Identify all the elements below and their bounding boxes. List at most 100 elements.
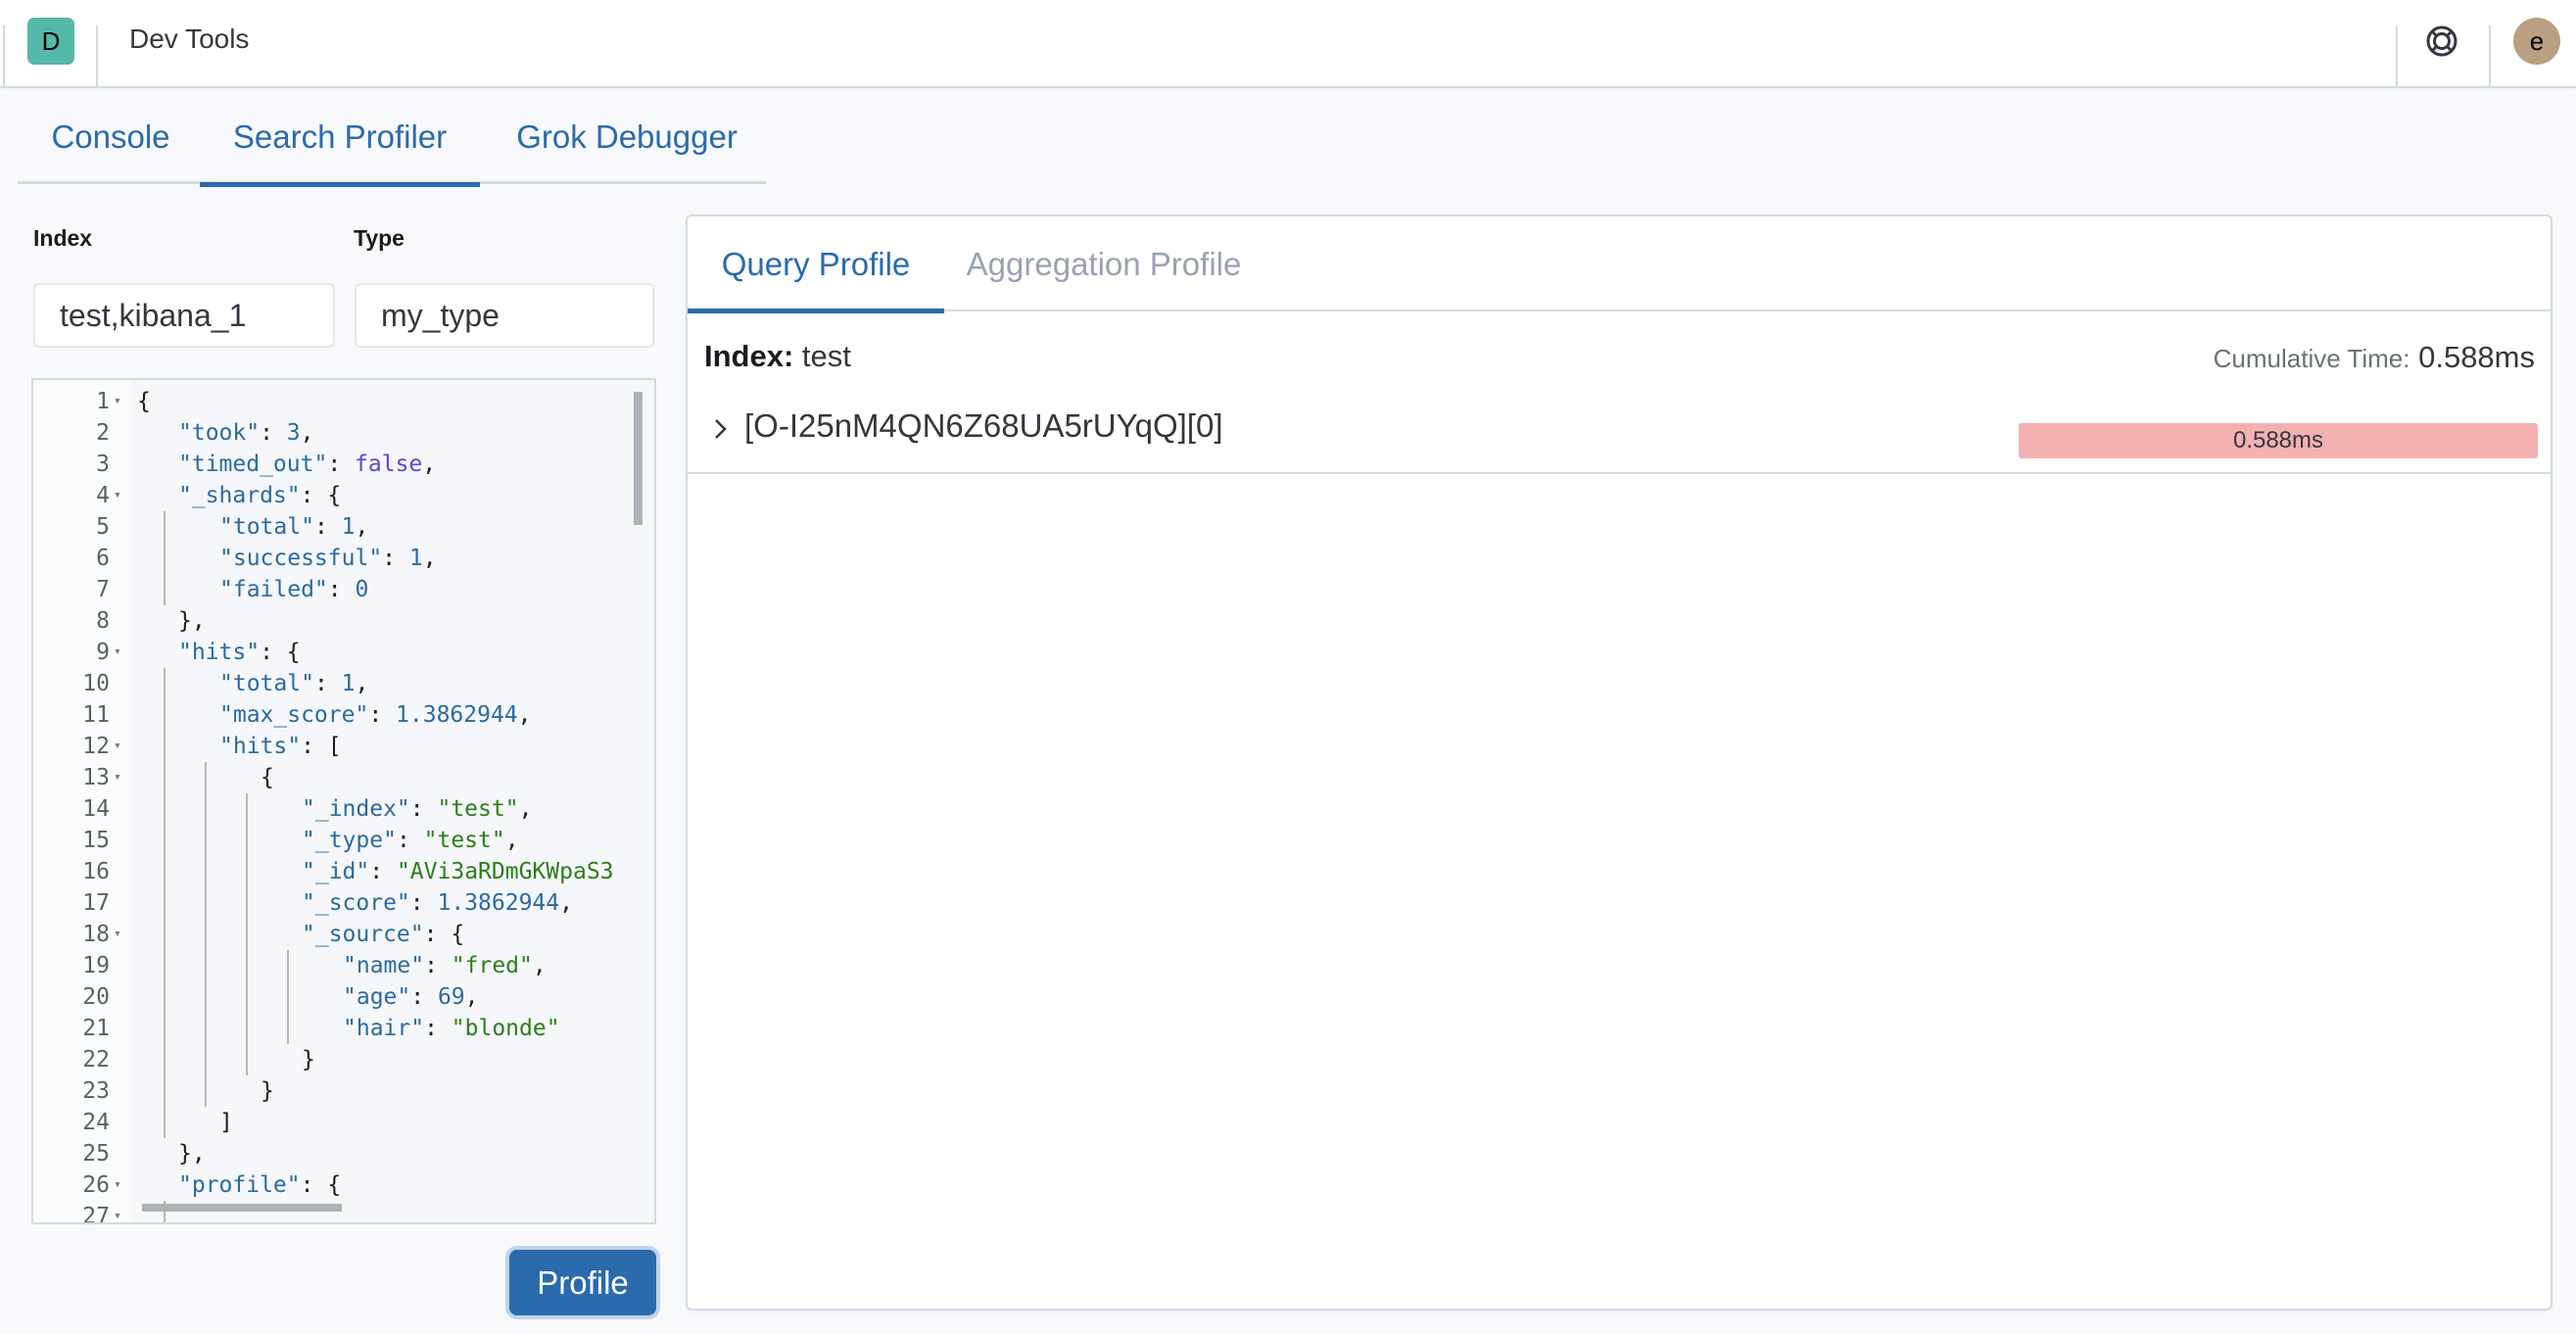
header-divider (96, 25, 98, 88)
code-text: "_source": { (302, 919, 464, 950)
chevron-right-icon[interactable] (711, 411, 731, 447)
code-text: "_score": 1.3862944, (302, 887, 573, 919)
code-token-punc: : { (423, 922, 465, 947)
editor-line[interactable]: 14 "_index": "test", (33, 793, 654, 825)
indent-guide (164, 1075, 166, 1107)
tab-search-profiler[interactable]: Search Profiler (200, 90, 480, 187)
editor-line[interactable]: 19 "name": "fred", (33, 950, 654, 981)
editor-line[interactable]: 17 "_score": 1.3862944, (33, 887, 654, 919)
fold-toggle-icon[interactable]: ▾ (114, 731, 127, 762)
tab-query-profile[interactable]: Query Profile (688, 216, 944, 313)
code-token-str: "fred" (451, 953, 533, 978)
index-input[interactable] (33, 283, 335, 348)
indent-guide (205, 793, 207, 825)
shard-row[interactable]: [O-I25nM4QN6Z68UA5rUYqQ][0] 0.588ms (688, 388, 2551, 474)
code-token-key: "max_score" (219, 702, 369, 728)
line-number: 20 (82, 984, 110, 1010)
fold-toggle-icon[interactable]: ▾ (114, 637, 127, 668)
line-number: 4 (96, 483, 110, 508)
editor-line[interactable]: 27 ▾ (33, 1201, 654, 1222)
code-text: "successful": 1, (219, 543, 437, 574)
editor-line[interactable]: 16 "_id": "AVi3aRDmGKWpaS3 (33, 856, 654, 887)
editor-line[interactable]: 6 "successful": 1, (33, 543, 654, 574)
editor-line[interactable]: 18 ▾ "_source": { (33, 919, 654, 950)
fold-toggle-icon[interactable]: ▾ (114, 1201, 127, 1222)
editor-line[interactable]: 10 "total": 1, (33, 668, 654, 699)
fold-toggle-icon[interactable]: ▾ (114, 1169, 127, 1201)
editor-line[interactable]: 1 ▾ { (33, 386, 654, 417)
fold-toggle-icon[interactable]: ▾ (114, 386, 127, 417)
editor-line[interactable]: 23} (33, 1075, 654, 1107)
editor-vertical-scrollbar[interactable] (634, 392, 643, 525)
cumulative-time-label: Cumulative Time: (2213, 344, 2410, 373)
indent-guide (164, 950, 166, 981)
editor-line[interactable]: 9 ▾ "hits": { (33, 637, 654, 668)
profile-button[interactable]: Profile (509, 1250, 656, 1315)
header-divider (2396, 25, 2398, 88)
fold-toggle-icon[interactable]: ▾ (114, 762, 127, 793)
editor-horizontal-scrollbar[interactable] (142, 1204, 342, 1212)
query-editor[interactable]: 1 ▾{2 "took": 3, 3 "timed_out": false, 4 ▾ "_sh… (31, 378, 656, 1224)
editor-line[interactable]: 11 "max_score": 1.3862944, (33, 699, 654, 731)
code-token-key: "_id" (302, 859, 370, 884)
indent-guide (205, 1013, 207, 1044)
line-number: 11 (82, 702, 110, 728)
code-token-num: 1 (408, 546, 423, 571)
editor-line[interactable]: 20 "age": 69, (33, 981, 654, 1013)
code-token-punc: , (355, 671, 369, 696)
editor-line[interactable]: 13 ▾ { (33, 762, 654, 793)
indent-guide (164, 543, 166, 574)
tab-grok-debugger[interactable]: Grok Debugger (494, 90, 760, 184)
indent-guide (164, 981, 166, 1013)
editor-line[interactable]: 26 ▾ "profile": { (33, 1169, 654, 1201)
shard-name[interactable]: [O-I25nM4QN6Z68UA5rUYqQ][0] (744, 407, 1223, 445)
indent-guide (164, 762, 166, 793)
indent-guide (246, 1044, 248, 1075)
editor-line[interactable]: 8}, (33, 605, 654, 637)
line-number: 25 (82, 1141, 110, 1167)
code-token-key: "failed" (219, 577, 328, 602)
editor-line[interactable]: 2 "took": 3, (33, 417, 654, 449)
code-token-num: 1 (341, 514, 356, 540)
code-token-key: "hits" (178, 640, 261, 665)
code-text: "hits": { (178, 637, 301, 668)
code-token-num: 69 (437, 984, 465, 1010)
code-token-punc: : (260, 420, 287, 446)
indent-guide (164, 731, 166, 762)
editor-line[interactable]: 5 "total": 1, (33, 511, 654, 543)
line-number: 5 (96, 514, 110, 540)
fold-toggle-icon[interactable]: ▾ (114, 480, 127, 511)
code-token-punc: : (313, 514, 342, 540)
line-number: 3 (96, 452, 110, 477)
code-token-key: "_shards" (178, 483, 301, 508)
user-avatar[interactable]: e (2513, 18, 2560, 65)
app-logo-badge[interactable]: D (27, 18, 74, 65)
editor-line[interactable]: 4 ▾ "_shards": { (33, 480, 654, 511)
indent-guide (164, 511, 166, 543)
editor-line[interactable]: 24] (33, 1107, 654, 1138)
tab-console[interactable]: Console (31, 90, 190, 184)
tab-aggregation-profile[interactable]: Aggregation Profile (962, 216, 1246, 311)
code-token-punc: { (261, 765, 274, 790)
type-input[interactable] (355, 283, 654, 348)
indent-guide (164, 856, 166, 887)
indent-guide (205, 1075, 207, 1107)
indent-guide (164, 1107, 166, 1138)
editor-line[interactable]: 3 "timed_out": false, (33, 449, 654, 480)
code-token-punc: , (422, 546, 437, 571)
editor-line[interactable]: 15 "_type": "test", (33, 825, 654, 856)
lifebuoy-icon[interactable] (2425, 24, 2458, 58)
editor-line[interactable]: 21 "hair": "blonde" (33, 1013, 654, 1044)
code-token-punc: , (532, 953, 547, 978)
editor-line[interactable]: 7 "failed": 0 (33, 574, 654, 605)
code-text: "timed_out": false, (178, 449, 436, 480)
indent-guide (164, 574, 166, 605)
fold-toggle-icon[interactable]: ▾ (114, 919, 127, 950)
editor-line[interactable]: 22} (33, 1044, 654, 1075)
indent-guide (246, 825, 248, 856)
index-label: Index (33, 225, 93, 251)
line-number: 15 (82, 828, 110, 853)
editor-line[interactable]: 25}, (33, 1138, 654, 1169)
editor-code-lines[interactable]: 1 ▾{2 "took": 3, 3 "timed_out": false, 4 ▾ "_sh… (33, 380, 654, 1222)
editor-line[interactable]: 12 ▾ "hits": [ (33, 731, 654, 762)
